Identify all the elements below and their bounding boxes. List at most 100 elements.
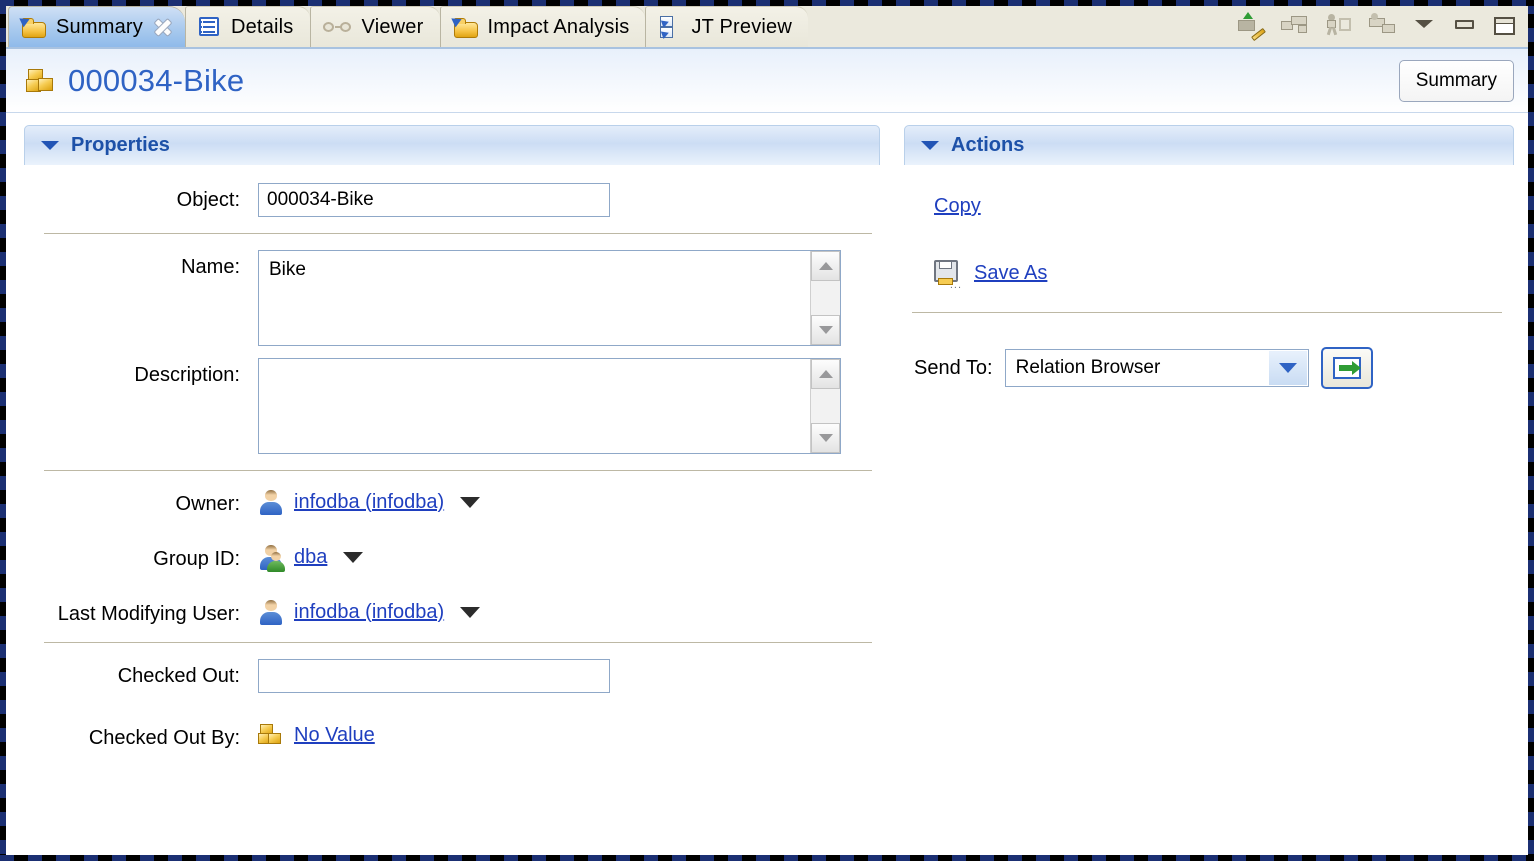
page-header: 000034-Bike Summary — [6, 49, 1528, 113]
last-modifying-user-label: Last Modifying User: — [57, 603, 240, 625]
copy-relation-icon[interactable] — [1280, 12, 1310, 38]
scroll-up-button[interactable] — [811, 359, 840, 389]
group-id-link[interactable]: dba — [294, 546, 327, 569]
description-scrollbar[interactable] — [810, 359, 840, 453]
form-row-checked-out-by: Checked Out By: No Value — [6, 721, 892, 750]
tab-details[interactable]: Details — [184, 6, 310, 47]
form-row-group-id: Group ID: dba — [6, 542, 892, 572]
checked-out-label: Checked Out: — [117, 665, 240, 687]
chevron-up-icon — [818, 262, 833, 270]
properties-section-header[interactable]: Properties — [24, 125, 880, 165]
tab-jt-preview-label: JT Preview — [691, 15, 792, 38]
checked-out-field-wrap — [258, 659, 872, 693]
chevron-down-icon — [818, 434, 833, 442]
view-menu-chevron-icon[interactable] — [1412, 14, 1438, 36]
properties-section-title: Properties — [71, 134, 170, 156]
checked-out-input[interactable] — [258, 659, 610, 693]
user-icon — [258, 489, 284, 515]
cubes-icon — [258, 723, 284, 747]
owner-label: Owner: — [175, 493, 240, 515]
run-workflow-icon[interactable] — [1324, 12, 1354, 38]
chevron-up-icon — [818, 370, 833, 378]
last-modifying-user-dropdown-icon[interactable] — [460, 606, 481, 618]
tab-viewer-label: Viewer — [361, 15, 424, 38]
group-id-dropdown-icon[interactable] — [343, 551, 364, 563]
form-row-owner: Owner: infodba (infodba) — [6, 487, 892, 516]
description-field-wrap — [258, 358, 872, 454]
tab-impact-analysis-label: Impact Analysis — [487, 15, 630, 38]
group-id-field-wrap: dba — [258, 542, 872, 572]
scroll-down-button[interactable] — [811, 423, 840, 453]
summary-view-button[interactable]: Summary — [1398, 59, 1514, 102]
chevron-down-icon[interactable] — [921, 141, 939, 150]
tab-summary[interactable]: Summary — [8, 6, 185, 47]
chevron-down-icon[interactable] — [1268, 351, 1307, 385]
content-area: Properties Object: Name: — [6, 113, 1528, 854]
form-row-name: Name: — [6, 250, 892, 346]
divider — [44, 470, 872, 471]
glasses-icon — [322, 19, 353, 35]
actions-content: Copy ... Save As — [892, 165, 1528, 291]
close-icon[interactable] — [153, 17, 173, 37]
copy-action-link[interactable]: Copy — [934, 195, 981, 218]
user-group-icon — [258, 544, 285, 572]
view-toolbar — [1236, 12, 1528, 47]
description-label: Description: — [134, 364, 240, 386]
tab-summary-label: Summary — [56, 15, 143, 38]
screenshot-frame: Summary Details Viewer Impact Analysis J… — [0, 0, 1534, 861]
name-field-wrap — [258, 250, 872, 346]
name-textarea-wrap — [258, 250, 841, 346]
form-row-object: Object: — [6, 183, 892, 217]
tab-impact-analysis[interactable]: Impact Analysis — [439, 6, 646, 47]
send-to-label: Send To: — [914, 356, 993, 379]
divider — [912, 312, 1502, 313]
name-label: Name: — [181, 256, 240, 278]
owner-link[interactable]: infodba (infodba) — [294, 491, 444, 514]
tab-viewer[interactable]: Viewer — [309, 6, 440, 47]
chevron-down-icon[interactable] — [41, 141, 59, 150]
divider — [44, 642, 872, 643]
description-textarea[interactable] — [259, 359, 811, 453]
checked-out-by-label: Checked Out By: — [88, 727, 240, 749]
minimize-icon[interactable] — [1452, 14, 1478, 36]
checked-out-by-field-wrap: No Value — [258, 721, 872, 747]
scroll-up-button[interactable] — [811, 251, 840, 281]
actions-section-title: Actions — [951, 134, 1025, 156]
send-to-go-button[interactable] — [1320, 347, 1373, 389]
floppy-disk-icon: ... — [934, 260, 962, 291]
checked-out-by-link[interactable]: No Value — [294, 724, 375, 747]
assign-icon[interactable] — [1368, 12, 1398, 38]
save-as-action-link[interactable]: Save As — [974, 262, 1047, 285]
chevron-down-icon — [818, 326, 833, 334]
maximize-icon[interactable] — [1492, 14, 1518, 36]
object-input[interactable] — [258, 183, 610, 217]
user-icon — [258, 599, 284, 625]
form-row-description: Description: — [6, 358, 892, 454]
tab-jt-preview[interactable]: JT Preview — [645, 6, 808, 47]
send-to-select[interactable]: Relation Browser — [1004, 349, 1309, 387]
form-row-checked-out: Checked Out: — [6, 659, 892, 693]
properties-panel: Properties Object: Name: — [6, 113, 892, 854]
edit-properties-icon[interactable] — [1236, 12, 1266, 42]
cubes-icon — [26, 67, 56, 95]
object-field-wrap — [258, 183, 872, 217]
owner-dropdown-icon[interactable] — [460, 496, 481, 508]
send-to-selected-value: Relation Browser — [1015, 357, 1161, 378]
folder-arrow-icon — [450, 14, 479, 38]
tab-bar: Summary Details Viewer Impact Analysis J… — [6, 6, 1528, 49]
page-title: 000034-Bike — [68, 62, 245, 98]
save-as-action[interactable]: ... Save As — [934, 260, 1528, 291]
last-modifying-user-link[interactable]: infodba (infodba) — [294, 601, 444, 624]
application-window: Summary Details Viewer Impact Analysis J… — [6, 6, 1528, 855]
send-to-row: Send To: Relation Browser — [914, 347, 1528, 389]
name-textarea[interactable] — [259, 251, 811, 345]
details-list-icon — [198, 16, 222, 38]
actions-panel: Actions Copy ... Save As Send To: Relati… — [892, 113, 1528, 854]
scroll-down-button[interactable] — [811, 315, 840, 345]
tab-details-label: Details — [230, 15, 294, 38]
description-textarea-wrap — [258, 358, 841, 454]
name-scrollbar[interactable] — [810, 251, 840, 345]
jt-preview-icon — [658, 16, 682, 39]
divider — [44, 233, 872, 234]
actions-section-header[interactable]: Actions — [904, 125, 1514, 165]
